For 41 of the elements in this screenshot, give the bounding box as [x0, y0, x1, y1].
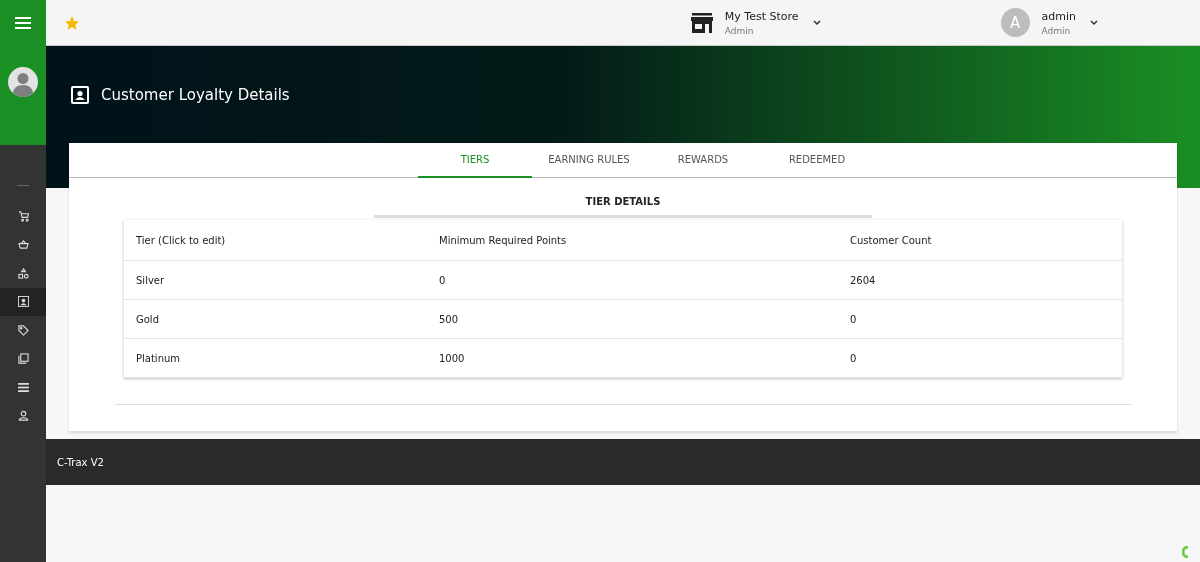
status-icon	[1182, 546, 1190, 558]
tier-link[interactable]: Platinum	[136, 352, 439, 364]
table-cell-text: 1000	[439, 352, 466, 364]
user-role: Admin	[1041, 25, 1072, 36]
tag-icon	[17, 324, 29, 336]
tab[interactable]: REWARDS	[646, 143, 760, 178]
page-title: Customer Loyalty Details	[101, 86, 290, 104]
tier-link[interactable]: Silver	[136, 274, 439, 286]
table-cell-text: 500	[439, 313, 460, 325]
copy-icon	[17, 353, 29, 365]
table-cell-text: 2604	[850, 274, 877, 286]
star-icon[interactable]	[64, 14, 80, 31]
column-header: Minimum Required Points	[439, 234, 568, 246]
store-role: Admin	[724, 25, 755, 36]
chevron-down-icon[interactable]	[1090, 19, 1098, 26]
table-cell-text: 0	[850, 313, 858, 325]
sidebar-item[interactable]	[0, 287, 46, 316]
contact-card-icon	[71, 86, 89, 104]
section-title: TIER DETAILS	[585, 196, 661, 207]
basket-icon	[17, 239, 29, 251]
user-name: admin	[1041, 9, 1076, 23]
tier-link[interactable]: Gold	[136, 313, 439, 325]
tab[interactable]: TIERS	[418, 143, 532, 178]
store-icon	[690, 12, 713, 33]
menu-icon	[15, 16, 31, 30]
list-icon	[17, 382, 29, 392]
menu-button[interactable]	[13, 15, 33, 31]
table-cell-text: 0	[439, 274, 447, 286]
avatar-icon[interactable]	[8, 67, 38, 97]
cart-icon	[17, 210, 29, 222]
shapes-icon	[17, 267, 29, 279]
footer-text: C-Trax V2	[57, 456, 104, 468]
person-icon	[17, 410, 29, 422]
table-cell-text: 0	[850, 352, 858, 364]
chevron-down-icon[interactable]	[812, 19, 821, 26]
tab[interactable]: EARNING RULES	[532, 143, 646, 178]
tab[interactable]: REDEEMED	[760, 143, 874, 178]
column-header: Customer Count	[850, 234, 933, 246]
column-header: Tier (Click to edit)	[136, 234, 227, 246]
store-name: My Test Store	[724, 9, 799, 23]
contact-card-icon	[17, 296, 29, 308]
